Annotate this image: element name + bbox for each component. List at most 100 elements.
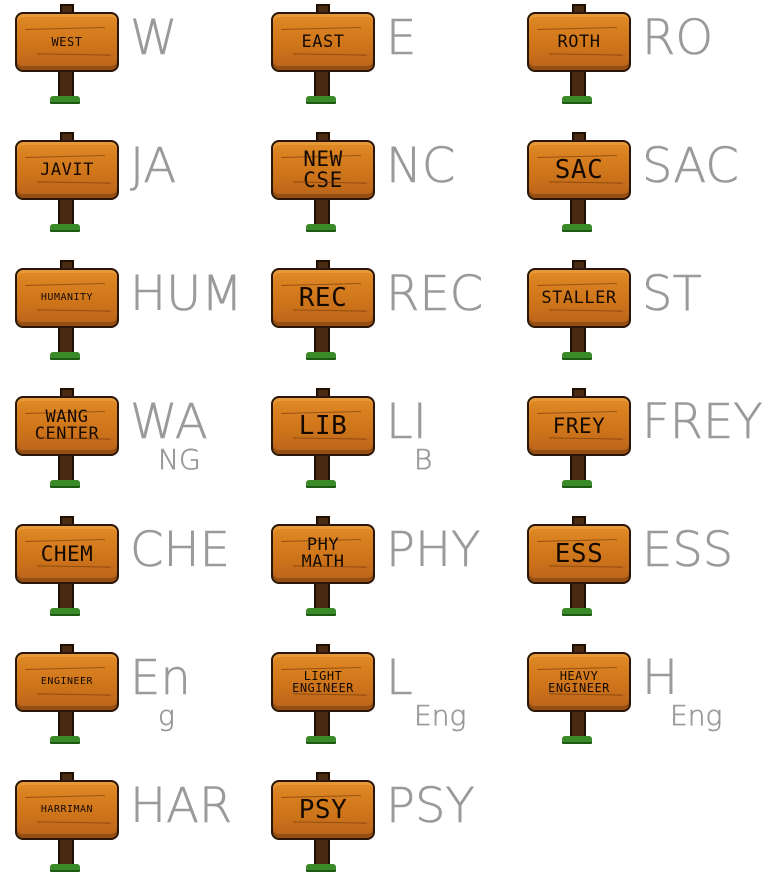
sign-label: WEST: [17, 14, 117, 70]
sign-label: SAC: [529, 142, 629, 198]
sign-sprite-sheet: WEST W EAST E ROTH RO JAVIT JA NEW CSE NC SAC SAC HUM…: [0, 0, 768, 896]
sign-label: HEAVY ENGINEER: [529, 654, 629, 710]
abbreviation-line: En: [130, 650, 191, 706]
grass-tuft: [50, 736, 80, 742]
sign-label-line: JAVIT: [40, 159, 94, 180]
sign-sprite: NEW CSE NC: [256, 128, 512, 256]
signpost-pole: [58, 324, 74, 354]
sign-label: LIGHT ENGINEER: [273, 654, 373, 710]
handwritten-abbreviation: WA NG: [130, 398, 252, 508]
abbreviation-line: ST: [642, 266, 702, 322]
grass-tuft: [562, 480, 592, 486]
wooden-signpost: ESS: [522, 512, 632, 622]
sign-sprite: HEAVY ENGINEER H Eng: [512, 640, 768, 768]
sign-board: ENGINEER: [15, 652, 119, 712]
signpost-pole: [58, 580, 74, 610]
sign-board: PSY: [271, 780, 375, 840]
sign-board: JAVIT: [15, 140, 119, 200]
sign-label: HUMANITY: [17, 270, 117, 326]
handwritten-abbreviation: En g: [130, 654, 252, 764]
grass-tuft: [50, 864, 80, 870]
sign-label: PSY: [273, 782, 373, 838]
sign-label-line: HARRIMAN: [40, 804, 94, 815]
signpost-pole: [314, 708, 330, 738]
sign-label: NEW CSE: [273, 142, 373, 198]
sign-label: PHY MATH: [273, 526, 373, 582]
wooden-signpost: WANG CENTER: [10, 384, 120, 494]
abbreviation-line: NG: [158, 443, 201, 476]
wooden-signpost: STALLER: [522, 256, 632, 366]
handwritten-abbreviation: L Eng: [386, 654, 508, 764]
wooden-signpost: JAVIT: [10, 128, 120, 238]
sign-sprite: LIGHT ENGINEER L Eng: [256, 640, 512, 768]
sign-label: JAVIT: [17, 142, 117, 198]
sign-sprite: SAC SAC: [512, 128, 768, 256]
sign-board: EAST: [271, 12, 375, 72]
abbreviation-line: L: [386, 650, 413, 706]
sign-board: HUMANITY: [15, 268, 119, 328]
grass-tuft: [562, 224, 592, 230]
signpost-pole: [570, 580, 586, 610]
wooden-signpost: HARRIMAN: [10, 768, 120, 878]
abbreviation-line: SAC: [642, 138, 739, 194]
grass-tuft: [562, 736, 592, 742]
sign-board: STALLER: [527, 268, 631, 328]
sign-sprite: EAST E: [256, 0, 512, 128]
wooden-signpost: EAST: [266, 0, 376, 110]
sign-sprite: PSY PSY: [256, 768, 512, 896]
wooden-signpost: SAC: [522, 128, 632, 238]
sign-label-line: MATH: [301, 552, 345, 572]
sign-sprite: CHEM CHE: [0, 512, 256, 640]
handwritten-abbreviation: LI B: [386, 398, 508, 508]
abbreviation-line: W: [130, 10, 178, 66]
grass-tuft: [50, 608, 80, 614]
sign-sprite: REC REC: [256, 256, 512, 384]
handwritten-abbreviation: E: [386, 14, 508, 124]
grass-tuft: [306, 480, 336, 486]
sign-label: LIB: [273, 398, 373, 454]
sign-label: ROTH: [529, 14, 629, 70]
sign-board: ROTH: [527, 12, 631, 72]
sign-label: WANG CENTER: [17, 398, 117, 454]
grass-tuft: [306, 608, 336, 614]
handwritten-abbreviation: ESS: [642, 526, 764, 636]
abbreviation-line: WA: [130, 394, 208, 450]
abbreviation-line: JA: [130, 138, 177, 194]
sign-label: STALLER: [529, 270, 629, 326]
signpost-pole: [314, 580, 330, 610]
abbreviation-line: ESS: [642, 522, 734, 578]
sign-label-line: CSE: [303, 168, 343, 192]
sign-label-line: ENGINEER: [548, 681, 610, 695]
sign-sprite: STALLER ST: [512, 256, 768, 384]
sign-board: PHY MATH: [271, 524, 375, 584]
wooden-signpost: CHEM: [10, 512, 120, 622]
abbreviation-line: B: [414, 443, 433, 476]
signpost-pole: [570, 196, 586, 226]
signpost-pole: [570, 708, 586, 738]
signpost-pole: [58, 68, 74, 98]
grass-tuft: [50, 224, 80, 230]
sign-label: EAST: [273, 14, 373, 70]
signpost-pole: [58, 708, 74, 738]
abbreviation-line: HUM: [130, 266, 243, 322]
abbreviation-line: LI: [386, 394, 428, 450]
handwritten-abbreviation: REC: [386, 270, 508, 380]
handwritten-abbreviation: PSY: [386, 782, 508, 892]
sign-sprite: HUMANITY HUM: [0, 256, 256, 384]
signpost-pole: [570, 452, 586, 482]
handwritten-abbreviation: FREY: [642, 398, 764, 508]
sign-label-line: HUMANITY: [40, 292, 94, 303]
signpost-pole: [570, 324, 586, 354]
wooden-signpost: FREY: [522, 384, 632, 494]
grass-tuft: [306, 224, 336, 230]
grass-tuft: [306, 736, 336, 742]
sign-sprite: PHY MATH PHY: [256, 512, 512, 640]
sign-label-line: REC: [298, 283, 348, 313]
sign-label: REC: [273, 270, 373, 326]
sign-board: REC: [271, 268, 375, 328]
abbreviation-line: PSY: [386, 778, 475, 834]
sign-label: ESS: [529, 526, 629, 582]
handwritten-abbreviation: ST: [642, 270, 764, 380]
sign-label-line: ESS: [554, 539, 604, 569]
sign-board: HEAVY ENGINEER: [527, 652, 631, 712]
